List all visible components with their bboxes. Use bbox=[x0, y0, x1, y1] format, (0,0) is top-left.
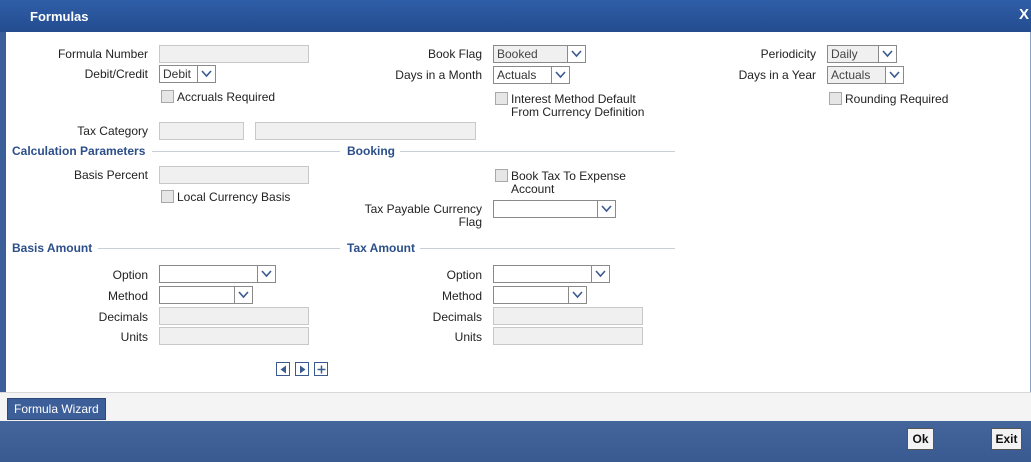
basis-decimals-label: Decimals bbox=[98, 310, 148, 324]
tax-units-input[interactable] bbox=[493, 327, 643, 345]
booking-divider bbox=[400, 151, 675, 152]
debit-credit-select[interactable]: Debit bbox=[159, 65, 216, 83]
chevron-down-icon bbox=[878, 46, 896, 62]
periodicity-select[interactable]: Daily bbox=[827, 45, 897, 63]
days-in-month-value: Actuals bbox=[497, 68, 537, 82]
tax-units-label: Units bbox=[454, 330, 482, 344]
basis-method-select[interactable] bbox=[159, 286, 253, 304]
interest-method-label-line2: From Currency Definition bbox=[511, 105, 645, 119]
ok-button[interactable]: Ok bbox=[907, 428, 934, 450]
tax-amount-header: Tax Amount bbox=[347, 241, 415, 255]
book-tax-label-line1: Book Tax To Expense bbox=[511, 169, 626, 183]
plus-icon bbox=[317, 365, 326, 374]
arrow-left-icon bbox=[280, 365, 286, 374]
calculation-parameters-header: Calculation Parameters bbox=[12, 144, 146, 158]
chevron-down-icon bbox=[234, 287, 252, 303]
days-in-year-select[interactable]: Actuals bbox=[827, 66, 904, 84]
basis-amount-divider bbox=[98, 248, 340, 249]
debit-credit-label: Debit/Credit bbox=[84, 67, 148, 81]
tax-amount-divider bbox=[420, 248, 675, 249]
days-in-year-label: Days in a Year bbox=[738, 68, 816, 82]
window-left-edge bbox=[0, 32, 6, 392]
arrow-right-icon bbox=[300, 365, 306, 374]
formula-number-label: Formula Number bbox=[57, 47, 148, 61]
tax-payable-currency-select[interactable] bbox=[493, 200, 616, 218]
tax-category-description bbox=[255, 122, 476, 140]
chevron-down-icon bbox=[197, 66, 215, 82]
chevron-down-icon bbox=[567, 46, 585, 62]
previous-button[interactable] bbox=[276, 362, 290, 376]
accruals-required-checkbox[interactable] bbox=[161, 90, 174, 103]
next-button[interactable] bbox=[295, 362, 309, 376]
local-currency-basis-checkbox[interactable] bbox=[161, 190, 174, 203]
book-flag-value: Booked bbox=[497, 47, 538, 61]
interest-method-label-line1: Interest Method Default bbox=[511, 92, 636, 106]
book-tax-to-expense-checkbox[interactable] bbox=[495, 169, 508, 182]
tax-decimals-label: Decimals bbox=[432, 310, 482, 324]
chevron-down-icon bbox=[591, 266, 609, 282]
tax-method-label: Method bbox=[441, 289, 482, 303]
basis-units-input[interactable] bbox=[159, 327, 309, 345]
chevron-down-icon bbox=[597, 201, 615, 217]
wizard-bar bbox=[0, 392, 1031, 421]
close-icon[interactable]: X bbox=[1019, 6, 1029, 23]
days-in-month-label: Days in a Month bbox=[395, 68, 482, 82]
basis-percent-input[interactable] bbox=[159, 166, 309, 184]
booking-header: Booking bbox=[347, 144, 395, 158]
tax-category-label: Tax Category bbox=[77, 124, 148, 138]
book-flag-select[interactable]: Booked bbox=[493, 45, 586, 63]
days-in-year-value: Actuals bbox=[831, 68, 871, 82]
basis-percent-label: Basis Percent bbox=[73, 168, 148, 182]
tax-category-input[interactable] bbox=[159, 122, 244, 140]
accruals-required-label: Accruals Required bbox=[177, 90, 276, 104]
debit-credit-value: Debit bbox=[163, 67, 192, 81]
formula-number-input[interactable] bbox=[159, 45, 309, 63]
footer-bar bbox=[0, 421, 1031, 462]
book-tax-label-line2: Account bbox=[511, 182, 555, 196]
basis-amount-header: Basis Amount bbox=[12, 241, 93, 255]
chevron-down-icon bbox=[568, 287, 586, 303]
rounding-required-label: Rounding Required bbox=[845, 92, 949, 106]
add-button[interactable] bbox=[314, 362, 328, 376]
tax-option-label: Option bbox=[446, 268, 482, 282]
tax-payable-label-line1: Tax Payable Currency bbox=[364, 202, 482, 216]
tax-option-select[interactable] bbox=[493, 265, 610, 283]
periodicity-value: Daily bbox=[831, 47, 858, 61]
chevron-down-icon bbox=[885, 67, 903, 83]
basis-method-label: Method bbox=[107, 289, 148, 303]
local-currency-basis-label: Local Currency Basis bbox=[177, 190, 291, 204]
days-in-month-select[interactable]: Actuals bbox=[493, 66, 570, 84]
window-title-bar: Formulas X bbox=[0, 0, 1031, 32]
formula-wizard-button[interactable]: Formula Wizard bbox=[7, 398, 106, 420]
periodicity-label: Periodicity bbox=[760, 47, 816, 61]
basis-option-label: Option bbox=[112, 268, 148, 282]
book-flag-label: Book Flag bbox=[427, 47, 482, 61]
window-title: Formulas bbox=[30, 9, 89, 24]
tax-decimals-input[interactable] bbox=[493, 307, 643, 325]
tax-method-select[interactable] bbox=[493, 286, 587, 304]
calculation-parameters-divider bbox=[152, 151, 340, 152]
tax-payable-label-line2: Flag bbox=[458, 215, 482, 229]
exit-button[interactable]: Exit bbox=[991, 428, 1022, 450]
basis-option-select[interactable] bbox=[159, 265, 276, 283]
interest-method-default-checkbox[interactable] bbox=[495, 92, 508, 105]
chevron-down-icon bbox=[257, 266, 275, 282]
chevron-down-icon bbox=[551, 67, 569, 83]
basis-units-label: Units bbox=[120, 330, 148, 344]
basis-decimals-input[interactable] bbox=[159, 307, 309, 325]
rounding-required-checkbox[interactable] bbox=[829, 92, 842, 105]
